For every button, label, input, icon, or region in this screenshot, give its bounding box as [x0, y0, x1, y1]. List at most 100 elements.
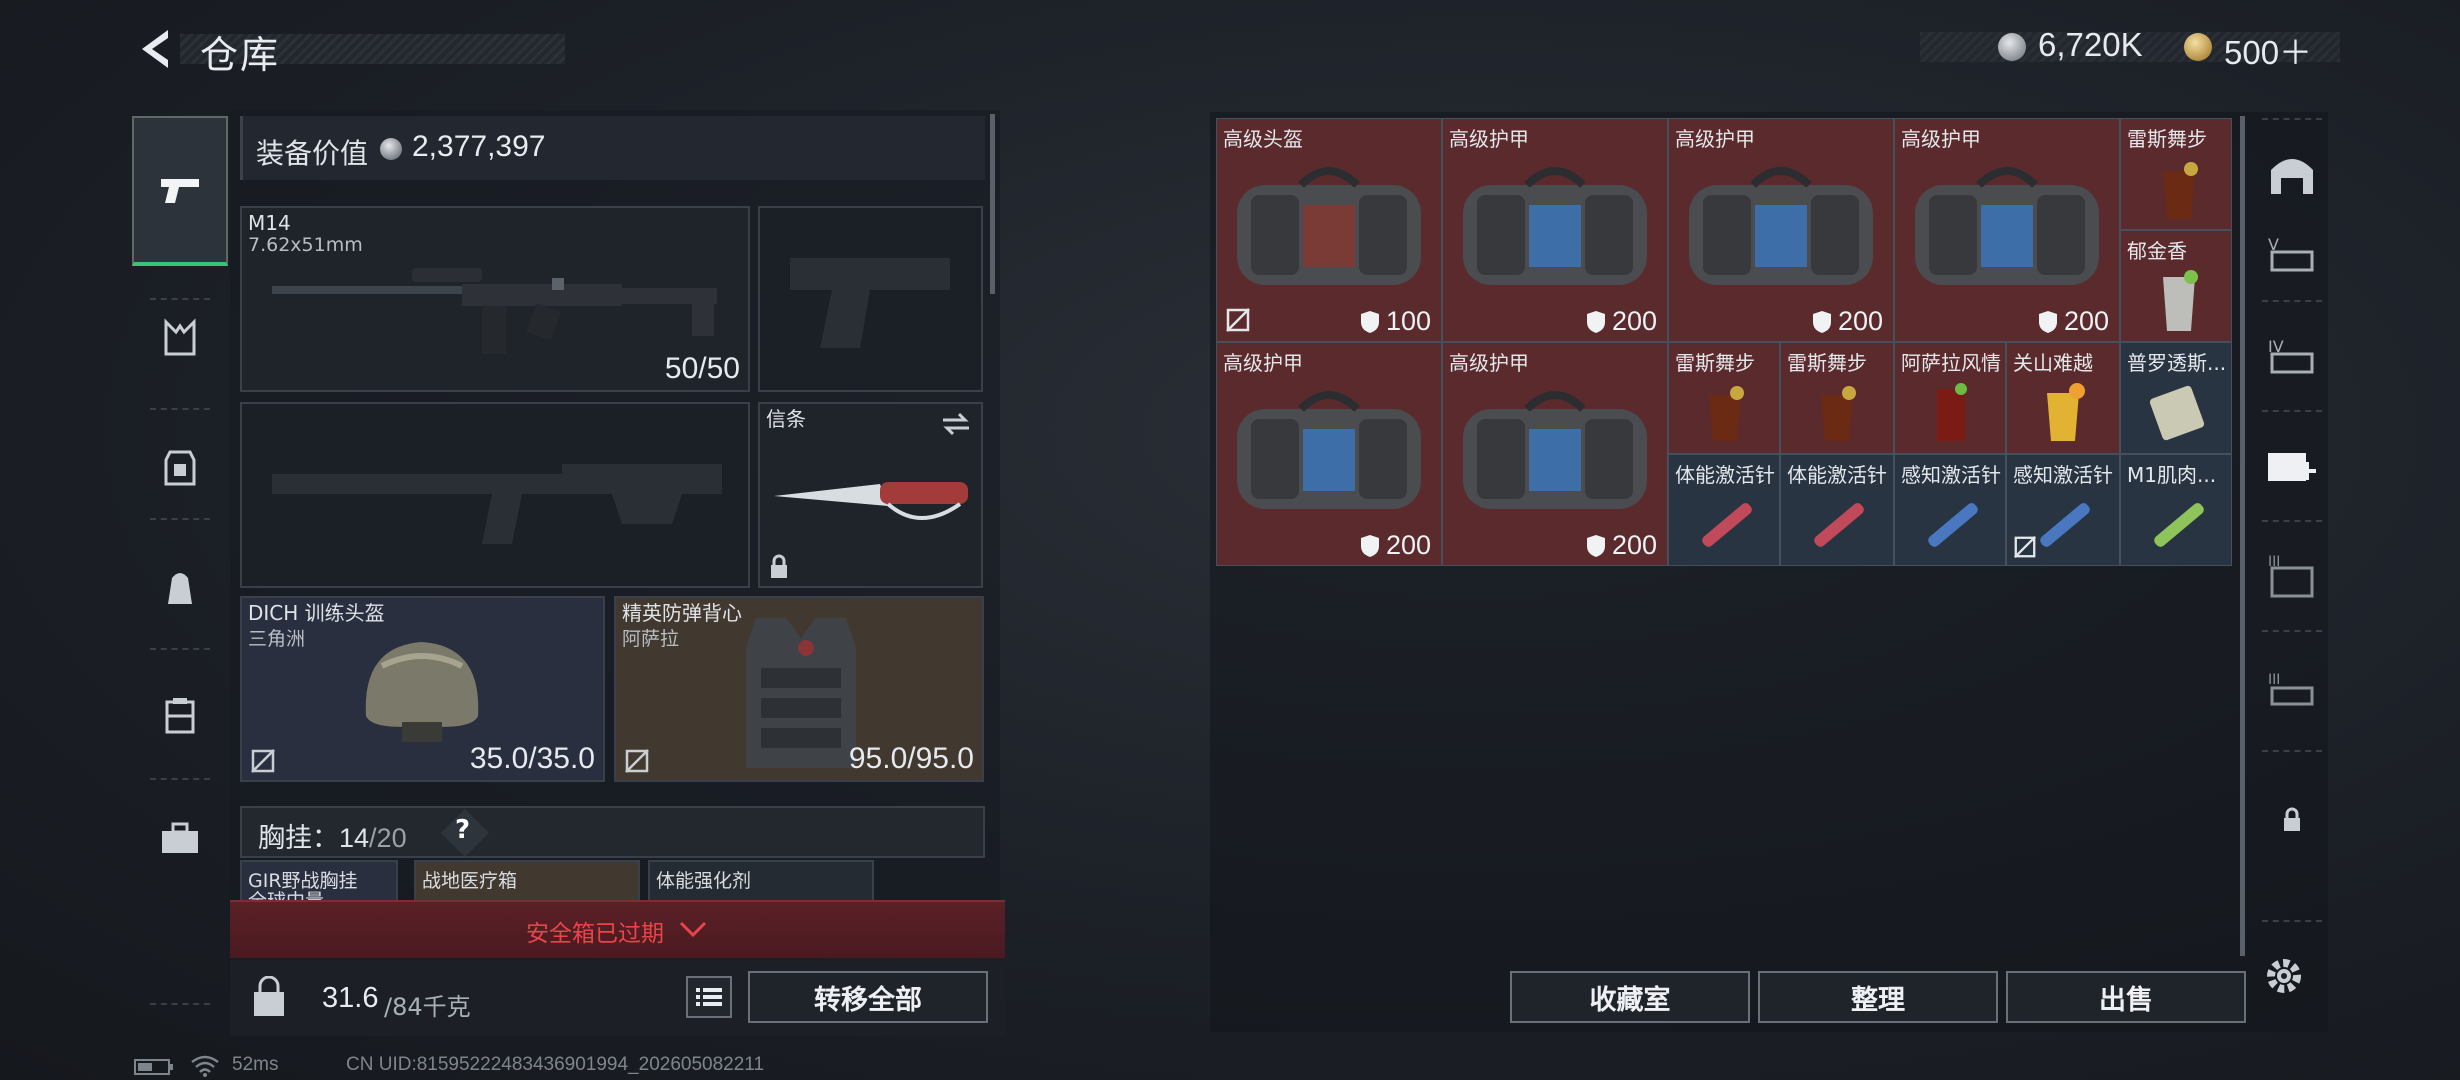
silver-coin-icon — [1998, 33, 2026, 61]
storage-item-label: 雷斯舞步 — [1787, 351, 1867, 375]
storage-item[interactable]: 高级护甲 200 — [1442, 118, 1668, 342]
armor-slot[interactable]: 精英防弹背心 阿萨拉 95.0/95.0 — [614, 596, 984, 782]
storage-item[interactable]: 高级护甲 200 — [1216, 342, 1442, 566]
storage-item[interactable]: 体能激活针 — [1668, 454, 1780, 566]
nav-case[interactable] — [132, 676, 228, 756]
nav-storage-home[interactable] — [2254, 134, 2330, 214]
equipment-nav — [132, 108, 228, 1008]
add-storage-icon — [2268, 453, 2316, 481]
storage-item[interactable]: 高级头盔 100 — [1216, 118, 1442, 342]
storage-item-value-text: 100 — [1385, 306, 1431, 336]
list-button[interactable] — [686, 976, 732, 1018]
currency-gold-value[interactable]: 500＋ — [2224, 26, 2312, 74]
nav-divider — [150, 648, 210, 650]
collection-room-button[interactable]: 收藏室 — [1510, 971, 1750, 1023]
nav-add-page[interactable] — [2254, 426, 2330, 506]
no-insure-icon — [625, 749, 649, 773]
storage-scrollbar[interactable] — [2240, 116, 2245, 956]
shield-icon — [1360, 534, 1379, 557]
storage-item[interactable]: 感知激活针 — [1894, 454, 2006, 566]
swap-icon[interactable] — [941, 412, 971, 436]
storage-item[interactable]: 雷斯舞步 — [2120, 118, 2232, 230]
rifle-silhouette-icon — [272, 464, 722, 544]
weight-current: 31.6 — [322, 982, 379, 1014]
storage-page-ii-icon: III — [2268, 672, 2314, 706]
primary-weapon-slot[interactable]: M14 7.62x51mm 50/50 — [240, 206, 750, 392]
storage-item-label: 体能激活针 — [1675, 463, 1775, 487]
storage-item[interactable]: 关山难越 — [2006, 342, 2120, 454]
helmet-slot[interactable]: DICH 训练头盔 三角洲 35.0/35.0 — [240, 596, 605, 782]
nav-backpack[interactable] — [132, 548, 228, 628]
nav-page-3[interactable]: III — [2254, 536, 2330, 616]
secondary-weapon-slot[interactable] — [240, 402, 750, 588]
sell-button[interactable]: 出售 — [2006, 971, 2246, 1023]
nav-divider — [2262, 118, 2322, 120]
syringe-image — [1702, 503, 1752, 547]
storage-item[interactable]: 普罗透斯... — [2120, 342, 2232, 454]
pistol-icon — [161, 179, 199, 203]
ping-text: 52ms — [232, 1054, 279, 1075]
storage-item[interactable]: 郁金香 — [2120, 230, 2232, 342]
nav-page-5[interactable]: V — [2254, 214, 2330, 294]
armor-sub: 阿萨拉 — [622, 628, 680, 650]
no-insure-icon — [251, 749, 275, 773]
storage-item[interactable]: 阿萨拉风情 — [1894, 342, 2006, 454]
page-title: 仓库 — [200, 33, 281, 77]
nav-weapon[interactable] — [132, 116, 228, 266]
silver-coin-icon — [380, 138, 402, 160]
nav-page-2[interactable]: III — [2254, 650, 2330, 730]
weight-icon — [254, 976, 284, 1016]
storage-item-label: 高级护甲 — [1449, 127, 1529, 151]
rig-item[interactable]: 体能强化剂 — [648, 860, 874, 900]
storage-item[interactable]: 高级护甲 200 — [1894, 118, 2120, 342]
nav-toolbox[interactable] — [132, 798, 228, 878]
rifle-image — [272, 268, 717, 354]
rig-item-label: 体能强化剂 — [656, 870, 752, 892]
currency-silver-value[interactable]: 6,720K — [2038, 26, 2143, 64]
storage-item[interactable]: 高级护甲 200 — [1668, 118, 1894, 342]
back-arrow-icon[interactable] — [134, 26, 174, 72]
storage-item[interactable]: 雷斯舞步 — [1668, 342, 1780, 454]
duffel-bag-image — [1237, 391, 1421, 509]
rig-item[interactable]: 战地医疗箱 — [414, 860, 640, 900]
storage-item[interactable]: 雷斯舞步 — [1780, 342, 1894, 454]
storage-item-label: 高级护甲 — [1675, 127, 1755, 151]
organize-button[interactable]: 整理 — [1758, 971, 1998, 1023]
nav-divider — [2262, 630, 2322, 632]
syringe-image — [1814, 503, 1864, 547]
storage-item[interactable]: 体能激活针 — [1780, 454, 1894, 566]
lock-icon — [771, 554, 787, 578]
melee-slot[interactable]: 信条 — [758, 402, 983, 588]
rig-item[interactable]: GIR野战胸挂 全球中量 — [240, 860, 398, 912]
chest-rig-max: /20 — [369, 823, 407, 853]
nav-divider — [2262, 920, 2322, 922]
chest-rig-title: 胸挂： — [258, 823, 339, 853]
nav-armor[interactable] — [132, 428, 228, 508]
nav-divider — [2262, 300, 2322, 302]
storage-item[interactable]: 感知激活针 — [2006, 454, 2120, 566]
shield-icon — [1586, 534, 1605, 557]
case-icon — [165, 698, 195, 734]
nav-locked-page[interactable] — [2254, 780, 2330, 860]
storage-item-value: 200 — [1360, 530, 1431, 561]
equipment-scrollbar[interactable] — [990, 114, 995, 294]
storage-item[interactable]: 高级护甲 200 — [1442, 342, 1668, 566]
storage-item-label: 高级护甲 — [1223, 351, 1303, 375]
storage-item-value-text: 200 — [1385, 530, 1431, 560]
no-insure-icon — [2014, 536, 2036, 558]
chest-rig-icon — [164, 318, 196, 356]
sidearm-slot[interactable] — [758, 206, 983, 392]
nav-divider — [150, 778, 210, 780]
equipment-value: 2,377,397 — [412, 130, 546, 163]
nav-divider — [2262, 410, 2322, 412]
syringe-image — [2040, 503, 2090, 547]
nav-chest-rig[interactable] — [132, 298, 228, 378]
nav-page-4[interactable]: IV — [2254, 316, 2330, 396]
settings-gear-icon[interactable] — [2262, 954, 2306, 998]
chevron-down-icon[interactable] — [678, 920, 708, 940]
shield-icon — [1360, 310, 1379, 333]
transfer-all-button[interactable]: 转移全部 — [748, 971, 988, 1023]
armor-name: 精英防弹背心 — [622, 601, 742, 625]
armor-durability: 95.0/95.0 — [848, 742, 974, 775]
storage-item[interactable]: M1肌肉... — [2120, 454, 2232, 566]
